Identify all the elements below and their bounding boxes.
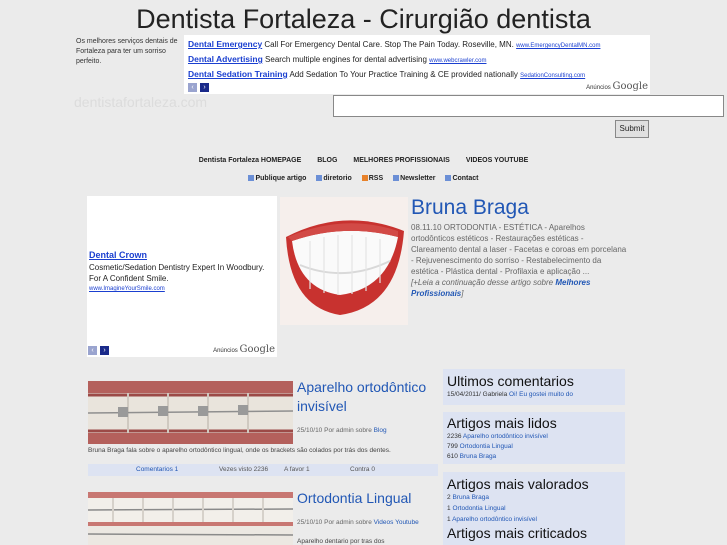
ad-text: Search multiple engines for dental adver… xyxy=(265,55,427,64)
ad-row: Dental Emergency Call For Emergency Dent… xyxy=(188,39,600,49)
subnav-contact[interactable]: Contact xyxy=(445,175,479,182)
ad-title-link[interactable]: Dental Emergency xyxy=(188,39,262,49)
post-meta: 25/10/10 Por admin sobre Blog xyxy=(297,427,387,434)
nav-item-videos-youtube[interactable]: VIDEOS YOUTUBE xyxy=(466,157,529,164)
site-tagline: Os melhores serviços dentais de Fortalez… xyxy=(76,38,178,65)
widget-artigos-mais-lidos: Artigos mais lidos 2236 Aparelho ortodôn… xyxy=(443,412,625,464)
widget-title: Ultimos comentarios xyxy=(447,373,574,389)
ad-text: Add Sedation To Your Practice Training &… xyxy=(289,70,518,79)
site-title[interactable]: Dentista Fortaleza - Cirurgião dentista xyxy=(0,4,727,35)
article-link[interactable]: Ortodontia Lingual xyxy=(460,443,513,450)
comment-link[interactable]: Oi! Eu gostei muito do xyxy=(509,391,573,398)
document-icon xyxy=(248,175,255,181)
folder-icon xyxy=(316,175,323,181)
featured-text: ORTODONTIA - ESTÉTICA - Aparelhos ortodô… xyxy=(411,223,627,276)
home-icon xyxy=(445,175,452,181)
widget-title: Artigos mais valorados xyxy=(447,476,589,492)
left-ad-text: Cosmetic/Sedation Dentistry Expert In Wo… xyxy=(89,263,265,283)
post-meta: 25/10/10 Por admin sobre Videos Youtube xyxy=(297,519,419,526)
subnav-diretorio[interactable]: diretorio xyxy=(316,175,352,182)
left-ad-title-link[interactable]: Dental Crown xyxy=(89,250,147,260)
nav-item-blog[interactable]: BLOG xyxy=(317,157,337,164)
featured-smile-image[interactable] xyxy=(280,197,408,325)
ad-row: Dental Sedation Training Add Sedation To… xyxy=(188,69,585,79)
article-link[interactable]: Aparelho ortodôntico invisível xyxy=(463,433,548,440)
ad-text: Call For Emergency Dental Care. Stop The… xyxy=(264,40,514,49)
widget-ultimos-comentarios: Ultimos comentarios 15/04/2011/ Gabriela… xyxy=(443,369,625,405)
ad-url-link[interactable]: www.EmergencyDentalMN.com xyxy=(516,43,600,49)
sub-nav: Publique artigo diretorio RSS Newsletter… xyxy=(0,175,727,182)
google-logo: Google xyxy=(239,344,275,355)
post-excerpt: Aparelho dentario por tras dos xyxy=(297,538,385,545)
left-ad-next-button[interactable]: › xyxy=(100,346,109,355)
ad-row: Dental Advertising Search multiple engin… xyxy=(188,54,487,64)
post-excerpt: Bruna Braga fala sobre o aparelho ortodô… xyxy=(88,447,391,454)
nav-item-homepage[interactable]: Dentista Fortaleza HOMEPAGE xyxy=(199,157,302,164)
post-title-link[interactable]: Ortodontia Lingual xyxy=(297,489,437,508)
ad-title-link[interactable]: Dental Advertising xyxy=(188,54,263,64)
article-link[interactable]: Aparelho ortodôntico invisível xyxy=(452,516,537,523)
adchoices-label: Anúncios xyxy=(586,85,611,91)
subnav-publique-artigo[interactable]: Publique artigo xyxy=(248,175,306,182)
vote-contra-button[interactable]: Contra 0 xyxy=(350,466,375,473)
article-link[interactable]: Bruna Braga xyxy=(452,494,489,501)
post-comments-link[interactable]: Comentarios 1 xyxy=(136,466,178,473)
ad-url-link[interactable]: SedationConsulting.com xyxy=(520,73,585,79)
widget-artigos-mais-criticados: Artigos mais criticados xyxy=(443,524,625,545)
search-input[interactable] xyxy=(333,95,724,117)
list-item: 610 Bruna Braga xyxy=(447,453,497,460)
left-ad-prev-button[interactable]: ‹ xyxy=(88,346,97,355)
featured-body: 08.11.10 ORTODONTIA - ESTÉTICA - Aparelh… xyxy=(411,222,629,299)
top-ad-banner: Dental Emergency Call For Emergency Dent… xyxy=(184,35,650,94)
featured-more: [+Leia a continuação desse artigo sobre … xyxy=(411,278,591,298)
adchoices-link[interactable]: Anúncios Google xyxy=(586,81,648,92)
post-views: Vezes visto 2236 xyxy=(219,466,269,473)
ad-title-link[interactable]: Dental Sedation Training xyxy=(188,69,288,79)
post-stats-bar: Comentarios 1 Vezes visto 2236 A favor 1… xyxy=(88,464,438,476)
list-item: 1 Aparelho ortodôntico invisível xyxy=(447,516,537,523)
site-watermark: dentistafortaleza.com xyxy=(74,94,208,110)
nav-item-melhores-profissionais[interactable]: MELHORES PROFISSIONAIS xyxy=(353,157,449,164)
list-item: 2236 Aparelho ortodôntico invisível xyxy=(447,433,548,440)
left-ad-box: Dental Crown Cosmetic/Sedation Dentistry… xyxy=(87,196,277,357)
google-logo: Google xyxy=(612,81,648,92)
post-title-link[interactable]: Aparelho ortodôntico invisível xyxy=(297,378,437,416)
widget-title: Artigos mais lidos xyxy=(447,415,557,431)
submit-button[interactable]: Submit xyxy=(615,120,649,138)
rss-icon xyxy=(361,175,368,181)
subnav-newsletter[interactable]: Newsletter xyxy=(393,175,436,182)
vote-favor-button[interactable]: A favor 1 xyxy=(284,466,310,473)
post-image[interactable] xyxy=(88,492,293,545)
list-item: 1 Ortodontia Lingual xyxy=(447,505,506,512)
mail-icon xyxy=(393,175,400,181)
post-category-link[interactable]: Videos Youtube xyxy=(374,519,419,526)
widget-artigos-mais-valorados: Artigos mais valorados 2 Bruna Braga 1 O… xyxy=(443,472,625,524)
widget-title: Artigos mais criticados xyxy=(447,525,588,541)
ad-next-button[interactable]: › xyxy=(200,83,209,92)
left-ad-url-link[interactable]: www.ImagineYourSmile.com xyxy=(89,286,165,292)
featured-title-link[interactable]: Bruna Braga xyxy=(411,196,529,220)
article-link[interactable]: Bruna Braga xyxy=(460,453,497,460)
article-link[interactable]: Ortodontia Lingual xyxy=(452,505,505,512)
post-category-link[interactable]: Blog xyxy=(374,427,387,434)
comment-item: 15/04/2011/ Gabriela Oi! Eu gostei muito… xyxy=(447,391,573,398)
left-adchoices-link[interactable]: Anúncios Google xyxy=(213,344,275,355)
main-nav: Dentista Fortaleza HOMEPAGE BLOG MELHORE… xyxy=(0,157,727,164)
list-item: 2 Bruna Braga xyxy=(447,494,489,501)
subnav-rss[interactable]: RSS xyxy=(361,175,383,182)
ad-prev-button[interactable]: ‹ xyxy=(188,83,197,92)
list-item: 799 Ortodontia Lingual xyxy=(447,443,513,450)
post-image[interactable] xyxy=(88,381,293,444)
ad-url-link[interactable]: www.webcrawler.com xyxy=(429,58,486,64)
featured-date: 08.11.10 xyxy=(411,223,442,232)
